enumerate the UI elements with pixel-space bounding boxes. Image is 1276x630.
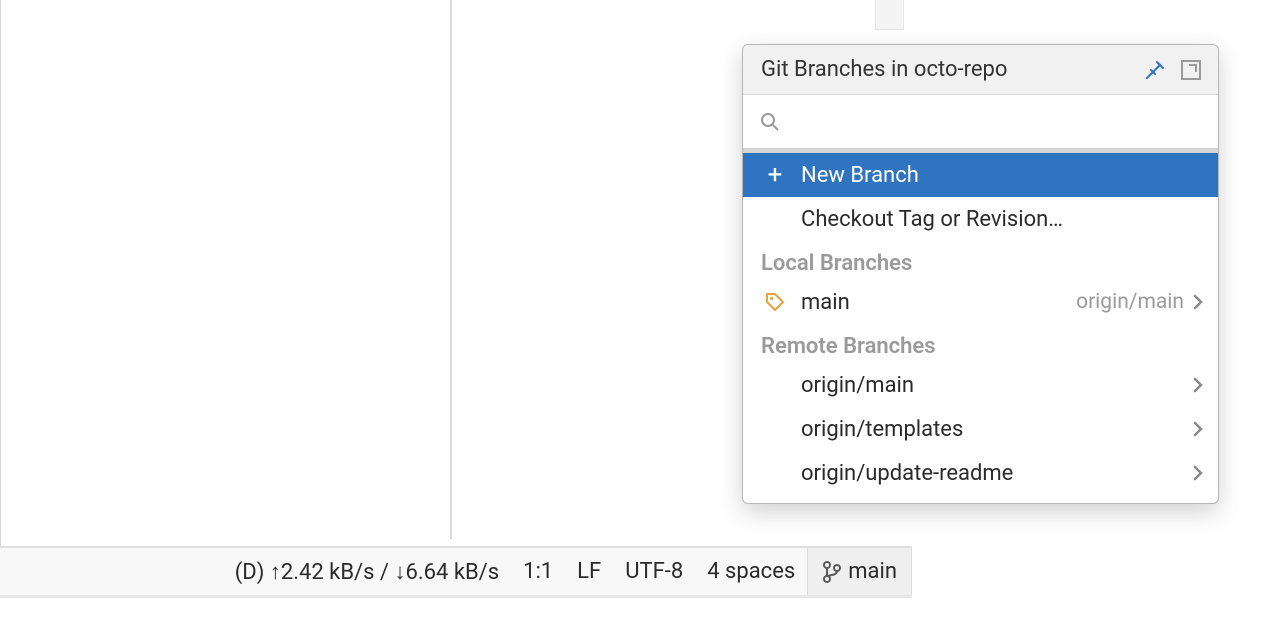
checkout-tag-item[interactable]: Checkout Tag or Revision… <box>743 197 1218 241</box>
checkout-tag-label: Checkout Tag or Revision… <box>801 207 1204 232</box>
status-git-branch[interactable]: main <box>807 548 912 595</box>
chevron-right-icon <box>1192 464 1204 482</box>
status-line-separator[interactable]: LF <box>565 559 613 584</box>
status-bar: (D) ↑2.42 kB/s / ↓6.64 kB/s 1:1 LF UTF-8… <box>0 548 912 595</box>
pin-icon[interactable] <box>1142 57 1168 83</box>
status-cursor-position[interactable]: 1:1 <box>511 559 565 584</box>
remote-branch-item[interactable]: origin/update-readme <box>743 451 1218 495</box>
local-branches-header: Local Branches <box>743 241 1218 280</box>
chevron-right-icon <box>1192 376 1204 394</box>
status-network[interactable]: (D) ↑2.42 kB/s / ↓6.64 kB/s <box>223 559 511 585</box>
remote-branch-name: origin/main <box>801 373 1192 398</box>
local-branch-item[interactable]: main origin/main <box>743 280 1218 324</box>
status-git-branch-label: main <box>848 559 897 584</box>
tag-icon <box>761 291 789 313</box>
git-branches-popup: Git Branches in octo-repo <box>742 44 1219 504</box>
remote-branch-item[interactable]: origin/templates <box>743 407 1218 451</box>
remote-branch-name: origin/templates <box>801 417 1192 442</box>
editor-scrollbar[interactable] <box>875 0 904 30</box>
popup-title: Git Branches in octo-repo <box>761 57 1132 82</box>
local-branch-tracking: origin/main <box>1076 290 1184 314</box>
popup-search[interactable] <box>743 95 1218 149</box>
chevron-right-icon <box>1192 420 1204 438</box>
new-branch-item[interactable]: + New Branch <box>743 153 1218 197</box>
plus-icon: + <box>761 162 789 188</box>
expand-icon[interactable] <box>1178 57 1204 83</box>
new-branch-label: New Branch <box>801 163 1204 188</box>
chevron-right-icon <box>1192 293 1204 311</box>
local-branch-name: main <box>801 290 1076 315</box>
status-encoding[interactable]: UTF-8 <box>613 559 695 584</box>
status-indent[interactable]: 4 spaces <box>695 559 807 584</box>
popup-search-input[interactable] <box>793 109 1202 135</box>
git-branch-icon <box>822 560 842 584</box>
popup-header: Git Branches in octo-repo <box>743 45 1218 95</box>
search-icon <box>759 111 781 133</box>
remote-branch-name: origin/update-readme <box>801 461 1192 486</box>
remote-branches-header: Remote Branches <box>743 324 1218 363</box>
remote-branch-item[interactable]: origin/main <box>743 363 1218 407</box>
